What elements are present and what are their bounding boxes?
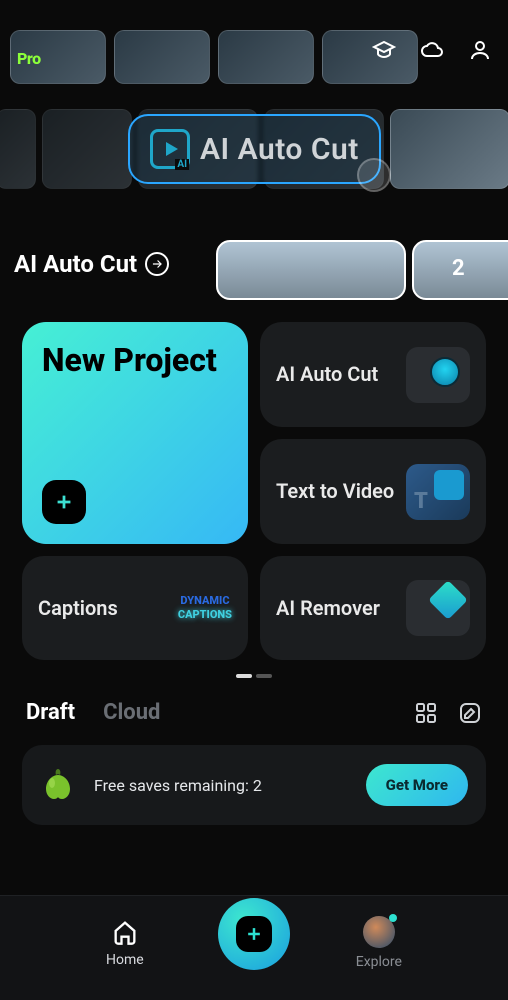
tool-label: Captions (38, 596, 118, 621)
academy-icon[interactable] (372, 38, 396, 62)
eraser-icon (406, 580, 470, 636)
get-more-button[interactable]: Get More (366, 764, 468, 806)
profile-icon[interactable] (468, 38, 492, 62)
banner-title: AI Auto Cut (200, 132, 359, 167)
new-project-button[interactable]: New Project (22, 322, 248, 544)
tool-label: AI Remover (276, 596, 380, 621)
ai-remover-button[interactable]: AI Remover (260, 556, 486, 660)
template-card[interactable] (218, 30, 314, 84)
bell-pepper-icon (36, 763, 80, 807)
carousel-item[interactable] (216, 240, 406, 300)
banner-thumb[interactable] (390, 109, 508, 189)
ai-autocut-logo-icon (150, 129, 190, 169)
tool-label: AI Auto Cut (276, 362, 378, 387)
free-saves-promo: Free saves remaining: 2 Get More (22, 745, 486, 825)
nav-home[interactable]: Home (106, 918, 144, 968)
captions-icon: DYNAMIC CAPTIONS (178, 594, 232, 623)
ai-autocut-banner-pill[interactable]: AI Auto Cut (128, 114, 381, 184)
banner-handle-icon[interactable] (357, 158, 391, 192)
text-to-video-icon (406, 464, 470, 520)
nav-create-button[interactable] (218, 898, 290, 970)
promo-text: Free saves remaining: 2 (94, 776, 352, 795)
carousel-lead[interactable]: AI Auto Cut (0, 240, 210, 300)
top-template-strip: Pro (0, 0, 508, 94)
nav-explore[interactable]: Explore (356, 916, 402, 970)
carousel-count-badge: 2 (452, 256, 498, 281)
ai-autocut-banner-strip: AI Auto Cut (0, 104, 508, 204)
cloud-icon[interactable] (420, 38, 444, 62)
draft-tabs-row: Draft Cloud (0, 678, 508, 725)
grid-view-icon[interactable] (414, 701, 438, 725)
banner-thumb[interactable] (42, 109, 132, 189)
carousel-title: AI Auto Cut (14, 250, 137, 278)
featured-carousel[interactable]: AI Auto Cut 2 (0, 240, 508, 310)
tab-draft[interactable]: Draft (26, 700, 75, 725)
new-project-label: New Project (42, 342, 228, 379)
ai-auto-cut-button[interactable]: AI Auto Cut (260, 322, 486, 427)
tool-label: Text to Video (276, 479, 394, 504)
arrow-right-icon (145, 252, 169, 276)
banner-thumb[interactable] (0, 109, 36, 189)
ai-cut-icon (406, 347, 470, 403)
bottom-nav: Home Explore (0, 895, 508, 1000)
edit-icon[interactable] (458, 701, 482, 725)
tool-grid: New Project AI Auto Cut Text to Video Ca… (0, 310, 508, 660)
tab-cloud[interactable]: Cloud (103, 700, 160, 725)
nav-label: Explore (356, 954, 402, 970)
plus-icon (236, 916, 272, 952)
explore-icon (363, 916, 395, 948)
plus-icon (42, 480, 86, 524)
captions-button[interactable]: Captions DYNAMIC CAPTIONS (22, 556, 248, 660)
text-to-video-button[interactable]: Text to Video (260, 439, 486, 544)
template-card-pro[interactable]: Pro (10, 30, 106, 84)
pro-badge: Pro (17, 49, 41, 68)
template-card[interactable] (114, 30, 210, 84)
nav-label: Home (106, 952, 144, 968)
